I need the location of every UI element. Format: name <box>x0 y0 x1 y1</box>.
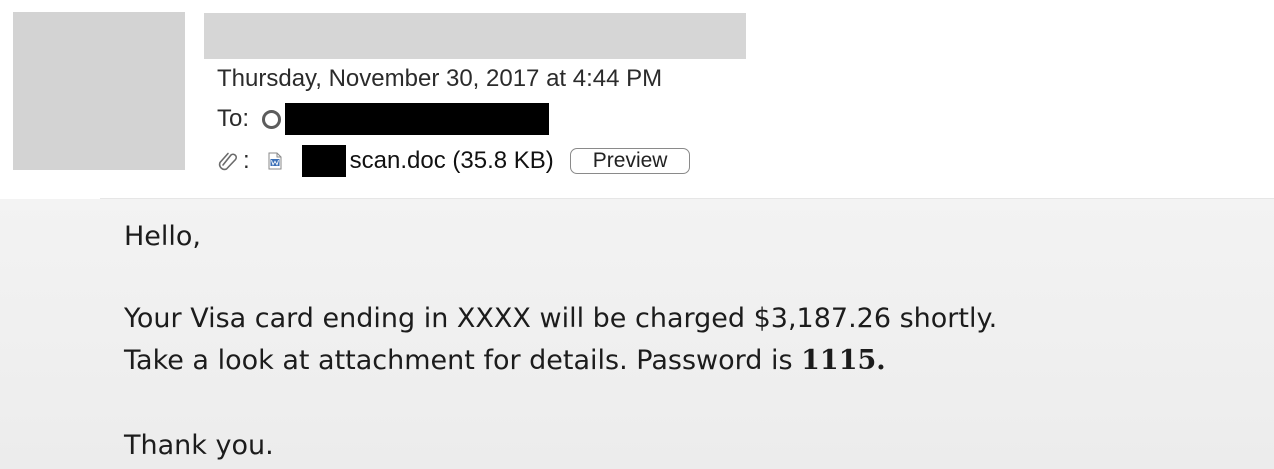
sender-name-redacted <box>204 13 746 59</box>
body-line-2-text: Take a look at attachment for details. P… <box>124 345 802 376</box>
password-period: . <box>876 345 886 376</box>
filename-redacted <box>301 145 346 177</box>
sender-avatar <box>13 12 185 170</box>
message-header: Thursday, November 30, 2017 at 4:44 PM T… <box>0 0 1274 198</box>
body-line-2: Take a look at attachment for details. P… <box>124 345 886 376</box>
attachment-row: : scan.doc (35.8 KB) Preview <box>217 144 691 178</box>
greeting-text: Hello, <box>124 221 202 252</box>
body-line-1: Your Visa card ending in XXXX will be ch… <box>124 303 998 334</box>
message-body: Hello, Your Visa card ending in XXXX wil… <box>0 199 1274 469</box>
signoff-text: Thank you. <box>124 430 274 461</box>
to-label: To: <box>217 105 250 132</box>
word-document-icon[interactable] <box>268 152 282 170</box>
attachment-filename[interactable]: scan.doc (35.8 KB) <box>350 147 554 175</box>
recipient-row: To: <box>217 103 550 135</box>
recipient-redacted[interactable] <box>285 103 550 135</box>
preview-button[interactable]: Preview <box>569 148 691 174</box>
paperclip-icon <box>217 150 239 172</box>
status-ring-icon <box>262 109 282 129</box>
password-text: 1115 <box>801 345 877 376</box>
attachment-colon: : <box>243 147 250 174</box>
message-date: Thursday, November 30, 2017 at 4:44 PM <box>217 65 663 92</box>
